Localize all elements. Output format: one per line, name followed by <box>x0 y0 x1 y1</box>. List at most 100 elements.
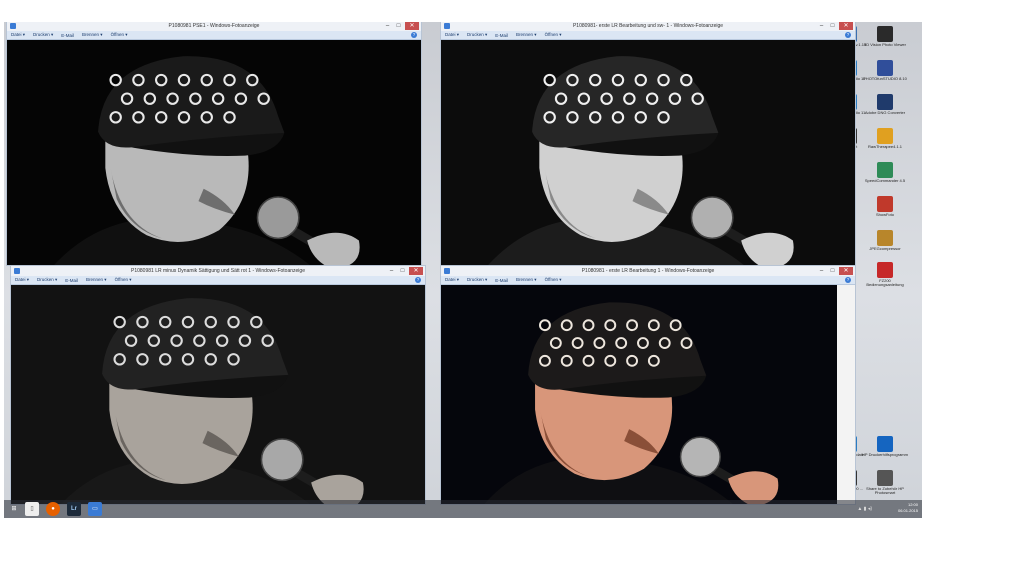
menu-burn[interactable]: Brennen ▾ <box>82 32 103 38</box>
maximize-button[interactable]: □ <box>828 267 837 275</box>
menu-file[interactable]: Datei ▾ <box>15 277 29 283</box>
menu-file[interactable]: Datei ▾ <box>11 32 25 38</box>
photo-window-3[interactable]: P1080981 LR minus Dynamik Sättigung und … <box>10 265 426 505</box>
menu-print[interactable]: Drucken ▾ <box>467 277 487 283</box>
file-icon[interactable]: ▯ <box>25 502 39 516</box>
photo-viewer-icon <box>14 268 20 274</box>
app-shortcut-icon <box>877 60 893 76</box>
app-shortcut-icon <box>877 470 893 486</box>
close-button[interactable]: ✕ <box>839 267 853 275</box>
minimize-button[interactable]: – <box>817 267 826 275</box>
app-shortcut-icon <box>877 196 893 212</box>
shortcut-label: HP Druckerhilfsprogramm <box>862 452 908 457</box>
photo-viewer-icon <box>444 268 450 274</box>
help-icon[interactable]: ? <box>845 32 851 38</box>
photo-viewer-icon <box>10 23 16 29</box>
menu-bar: Datei ▾ Drucken ▾ E-Mail Brennen ▾ Öffne… <box>11 276 425 285</box>
photo-view <box>11 285 425 504</box>
menu-open[interactable]: Öffnen ▾ <box>115 277 132 283</box>
desktop-screen: Glass2Video v.1.193D Vision Photo Viewer… <box>4 22 922 518</box>
menu-bar: Datei ▾ Drucken ▾ E-Mail Brennen ▾ Öffne… <box>7 31 421 40</box>
photo-viewer-icon <box>444 23 450 29</box>
maximize-button[interactable]: □ <box>394 22 403 30</box>
menu-email[interactable]: E-Mail <box>61 33 74 38</box>
app-shortcut-icon <box>877 436 893 452</box>
desktop-shortcut[interactable]: 3D Vision Photo Viewer <box>862 26 908 47</box>
maximize-button[interactable]: □ <box>398 267 407 275</box>
minimize-button[interactable]: – <box>383 22 392 30</box>
title-bar[interactable]: P1080981 PSE1 - Windows-Fotoanzeige – □ … <box>7 22 421 31</box>
menu-email[interactable]: E-Mail <box>495 278 508 283</box>
desktop-shortcut[interactable]: SpeedCommander 4.5 <box>862 162 908 183</box>
desktop-shortcut[interactable]: Adobe DNG Converter <box>862 94 908 115</box>
photo-view <box>7 40 421 265</box>
tray-icons[interactable]: ▲ ▮ ◂) <box>857 506 872 512</box>
photo-window-4[interactable]: P1080981 - erste LR Bearbeitung 1 - Wind… <box>440 265 856 505</box>
window-title: P1080981 - erste LR Bearbeitung 1 - Wind… <box>581 268 715 274</box>
windows-start-icon[interactable]: ⊞ <box>7 502 21 516</box>
shortcut-label: SpeedCommander 4.5 <box>864 178 906 183</box>
menu-print[interactable]: Drucken ▾ <box>467 32 487 38</box>
menu-email[interactable]: E-Mail <box>495 33 508 38</box>
help-icon[interactable]: ? <box>415 277 421 283</box>
menu-file[interactable]: Datei ▾ <box>445 32 459 38</box>
window-title: P1080981 LR minus Dynamik Sättigung und … <box>131 268 305 274</box>
desktop-shortcut[interactable]: ShowFoto <box>862 196 908 217</box>
shortcut-label: PHOTOfunSTUDIO 8.10 <box>863 76 907 81</box>
singer-photo <box>11 285 425 504</box>
window-title: P1080981 PSE1 - Windows-Fotoanzeige <box>168 23 260 29</box>
photo-window-2[interactable]: P1080981- erste LR Bearbeitung und sw- 1… <box>440 22 856 266</box>
menu-open[interactable]: Öffnen ▾ <box>111 32 128 38</box>
app-shortcut-icon <box>877 262 893 278</box>
menu-open[interactable]: Öffnen ▾ <box>545 277 562 283</box>
lightroom-icon[interactable]: Lr <box>67 502 81 516</box>
title-bar[interactable]: P1080981- erste LR Bearbeitung und sw- 1… <box>441 22 855 31</box>
photo-view <box>441 40 855 265</box>
menu-print[interactable]: Drucken ▾ <box>37 277 57 283</box>
menu-file[interactable]: Datei ▾ <box>445 277 459 283</box>
desktop-shortcut[interactable]: RawTherapee4.1.1 <box>862 128 908 149</box>
shortcut-label: RawTherapee4.1.1 <box>867 144 903 149</box>
singer-photo <box>7 40 421 265</box>
desktop-shortcut[interactable]: HP Druckerhilfsprogramm <box>862 436 908 457</box>
close-button[interactable]: ✕ <box>405 22 419 30</box>
help-icon[interactable]: ? <box>411 32 417 38</box>
shortcut-label: FZ200 Bedienungsanleitung <box>866 278 904 288</box>
shortcut-label: Adobe DNG Converter <box>864 110 906 115</box>
desktop-shortcut[interactable]: PHOTOfunSTUDIO 8.10 <box>862 60 908 81</box>
app-shortcut-icon <box>877 128 893 144</box>
menu-open[interactable]: Öffnen ▾ <box>545 32 562 38</box>
firefox-icon[interactable]: ● <box>46 502 60 516</box>
menu-bar: Datei ▾ Drucken ▾ E-Mail Brennen ▾ Öffne… <box>441 31 855 40</box>
singer-photo <box>441 40 855 265</box>
photo-viewer-taskbar-icon[interactable]: ▭ <box>88 502 102 516</box>
menu-print[interactable]: Drucken ▾ <box>33 32 53 38</box>
window-title: P1080981- erste LR Bearbeitung und sw- 1… <box>572 23 724 29</box>
photo-window-1[interactable]: P1080981 PSE1 - Windows-Fotoanzeige – □ … <box>6 22 422 266</box>
menu-burn[interactable]: Brennen ▾ <box>86 277 107 283</box>
shortcut-label: JPEGcompressor <box>869 246 901 251</box>
close-button[interactable]: ✕ <box>839 22 853 30</box>
desktop-shortcut[interactable]: Share to Zubehör HP Photosmart <box>862 470 908 496</box>
app-shortcut-icon <box>877 26 893 42</box>
shortcut-label: ShowFoto <box>875 212 894 217</box>
photo-view <box>441 285 837 504</box>
shortcut-label: Share to Zubehör HP Photosmart <box>866 486 904 496</box>
minimize-button[interactable]: – <box>387 267 396 275</box>
menu-burn[interactable]: Brennen ▾ <box>516 32 537 38</box>
help-icon[interactable]: ? <box>845 277 851 283</box>
app-shortcut-icon <box>877 94 893 110</box>
desktop-shortcut[interactable]: JPEGcompressor <box>862 230 908 251</box>
clock-date: 06.01.2015 <box>897 508 918 513</box>
app-shortcut-icon <box>877 162 893 178</box>
title-bar[interactable]: P1080981 LR minus Dynamik Sättigung und … <box>11 266 425 276</box>
close-button[interactable]: ✕ <box>409 267 423 275</box>
title-bar[interactable]: P1080981 - erste LR Bearbeitung 1 - Wind… <box>441 266 855 276</box>
menu-email[interactable]: E-Mail <box>65 278 78 283</box>
maximize-button[interactable]: □ <box>828 22 837 30</box>
app-shortcut-icon <box>877 230 893 246</box>
desktop-shortcut[interactable]: FZ200 Bedienungsanleitung <box>862 262 908 288</box>
minimize-button[interactable]: – <box>817 22 826 30</box>
clock[interactable]: 12:00 06.01.2015 <box>898 502 918 514</box>
menu-burn[interactable]: Brennen ▾ <box>516 277 537 283</box>
